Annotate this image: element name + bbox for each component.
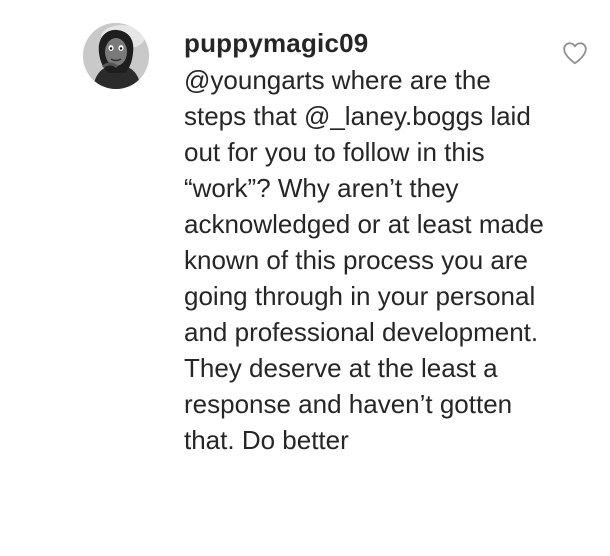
comment-body: puppymagic09 @youngarts where are the st…	[184, 26, 554, 458]
comment-item: puppymagic09 @youngarts where are the st…	[0, 0, 610, 556]
profile-photo-icon	[83, 23, 149, 89]
comment-username[interactable]: puppymagic09	[184, 26, 554, 60]
heart-outline-icon	[563, 42, 587, 65]
like-button[interactable]	[562, 40, 590, 66]
user-avatar[interactable]	[83, 23, 149, 89]
comment-text: @youngarts where are the steps that @_la…	[184, 65, 544, 455]
